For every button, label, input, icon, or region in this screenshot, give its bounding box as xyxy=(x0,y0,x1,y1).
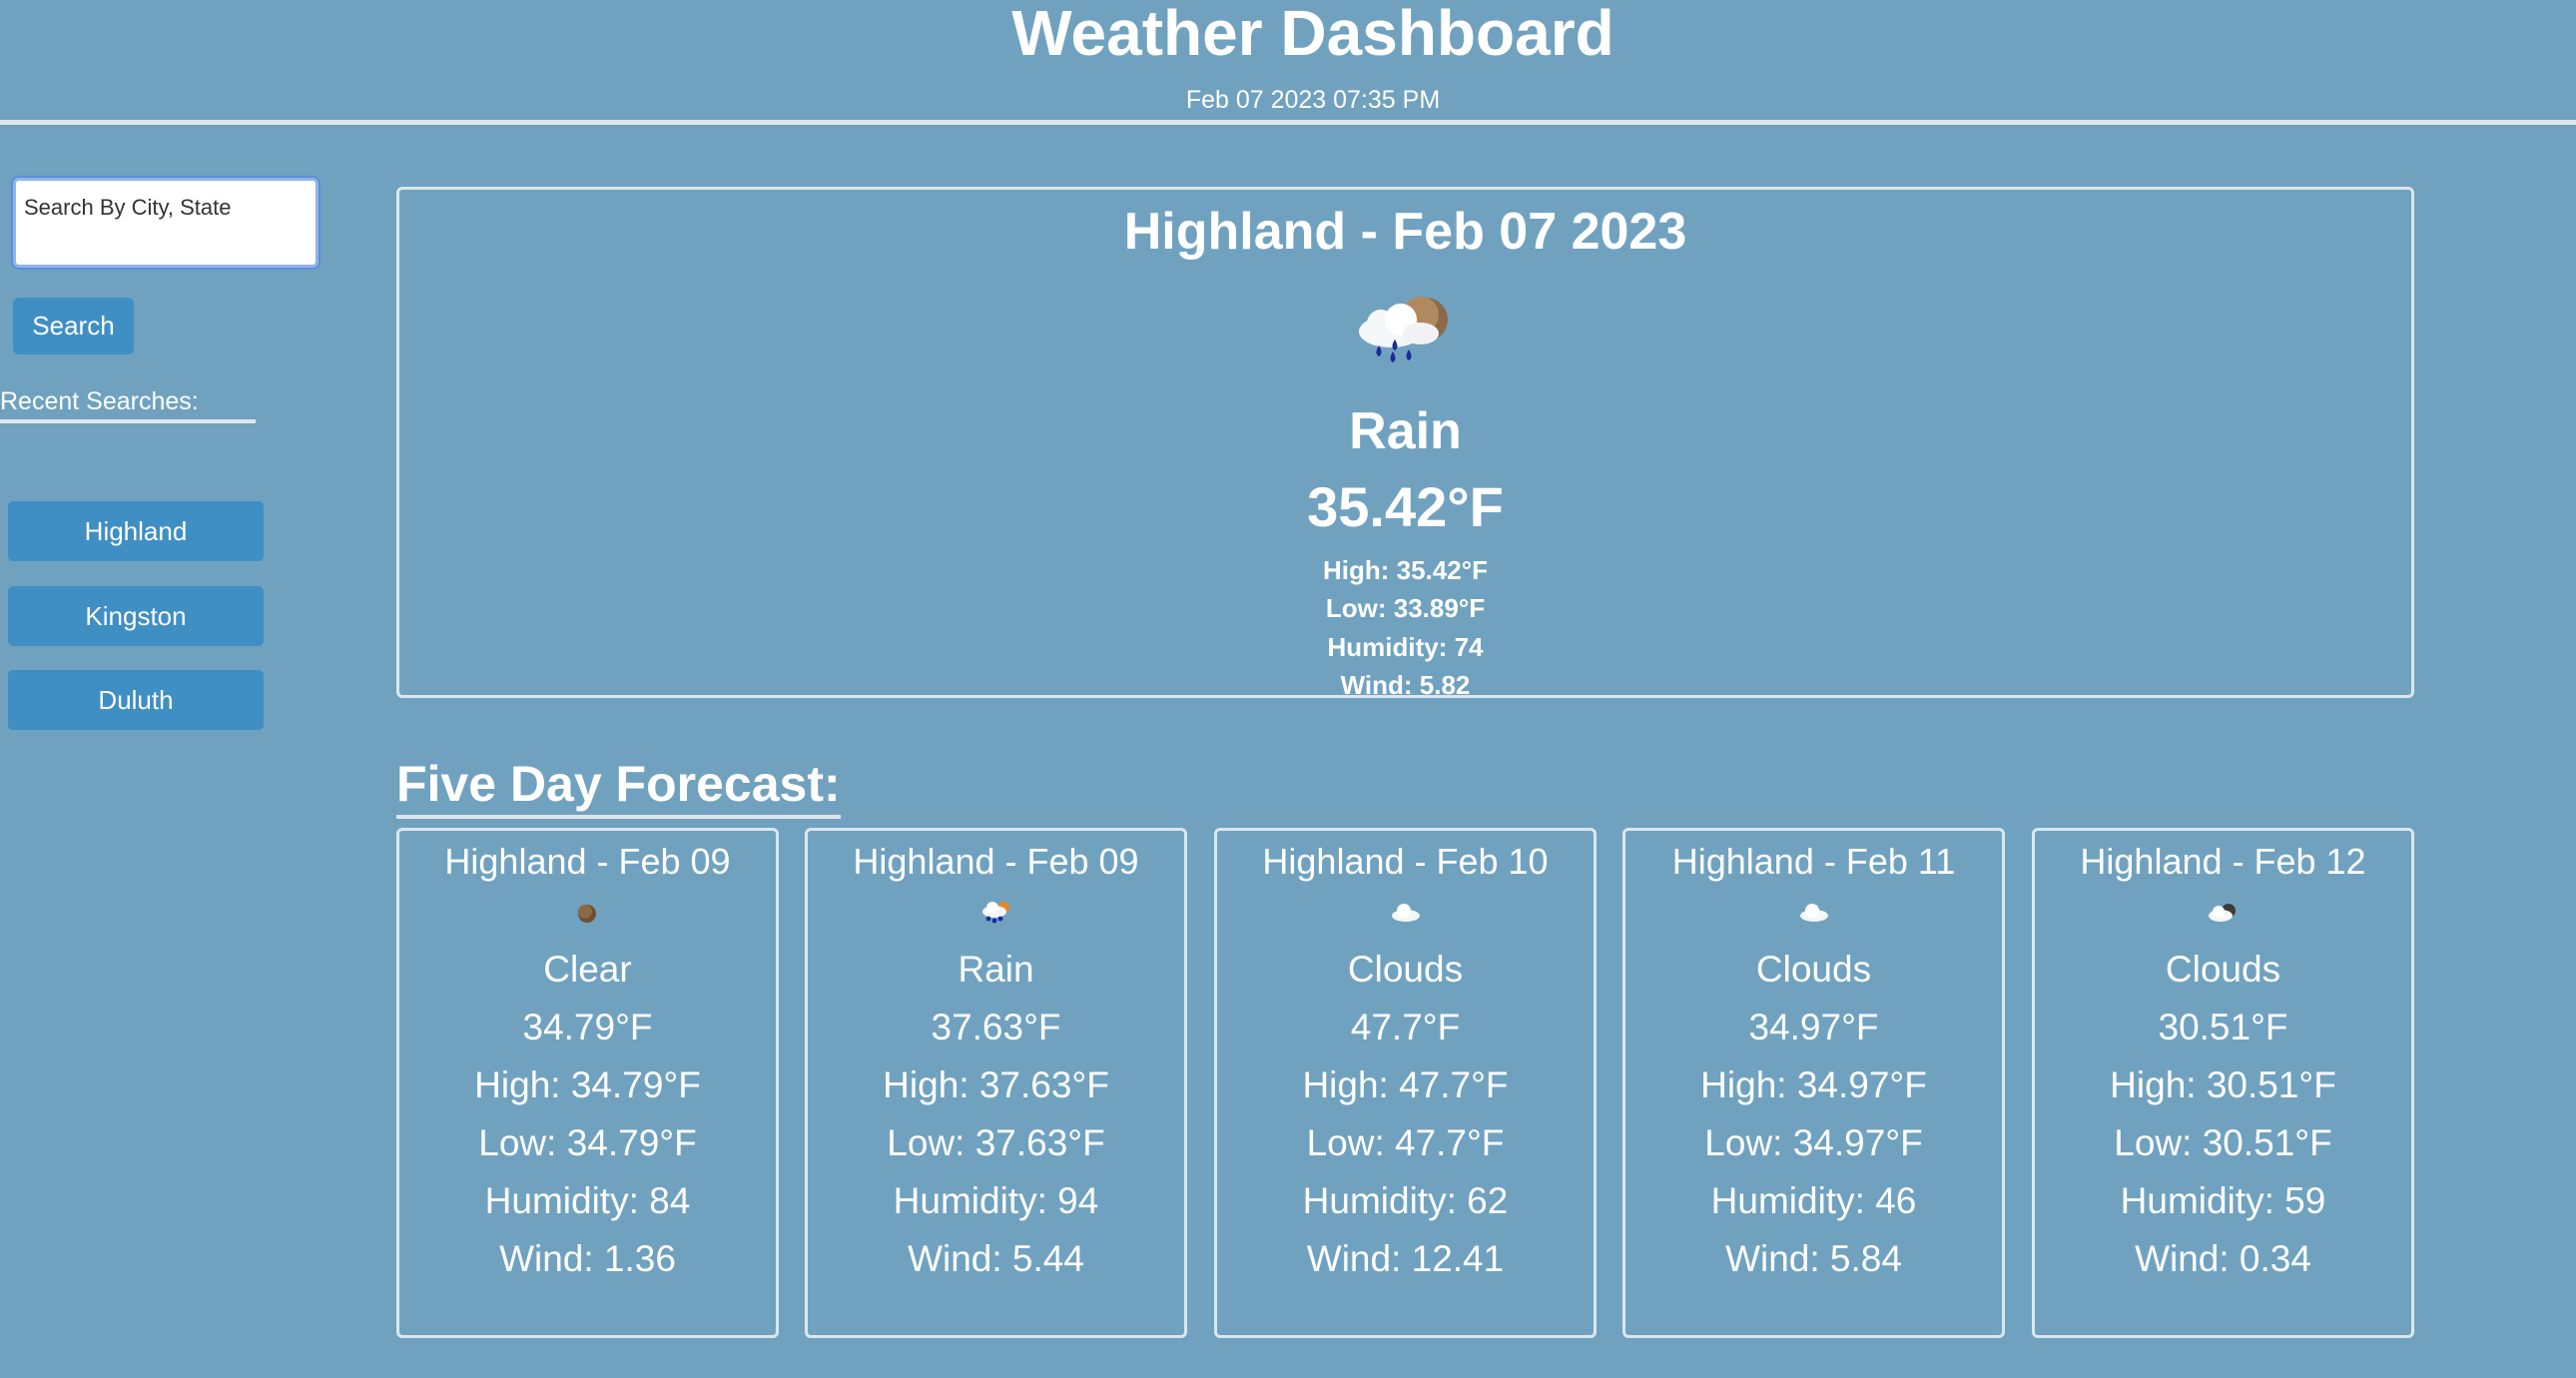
forecast-high: High: 30.51°F xyxy=(2110,1064,2336,1105)
forecast-city-date: Highland - Feb 12 xyxy=(2080,841,2366,882)
current-datetime: Feb 07 2023 07:35 PM xyxy=(1185,86,1441,114)
recent-search-duluth[interactable]: Duluth xyxy=(8,670,264,730)
forecast-low: Low: 47.7°F xyxy=(1306,1122,1505,1163)
forecast-humidity: Humidity: 94 xyxy=(893,1180,1099,1221)
forecast-humidity: Humidity: 62 xyxy=(1302,1180,1509,1221)
forecast-temperature: 34.97°F xyxy=(1748,1007,1879,1047)
divider xyxy=(0,419,256,423)
current-low: Low: 33.89°F xyxy=(1325,593,1486,623)
search-input[interactable] xyxy=(13,178,319,268)
forecast-condition: Clouds xyxy=(1347,949,1464,990)
forecast-wind: Wind: 1.36 xyxy=(499,1238,676,1279)
search-button[interactable]: Search xyxy=(13,298,134,354)
forecast-condition: Rain xyxy=(958,949,1034,990)
cloud-icon xyxy=(1391,904,1420,922)
forecast-high: High: 47.7°F xyxy=(1302,1064,1509,1105)
forecast-temperature: 47.7°F xyxy=(1350,1007,1461,1047)
current-condition: Rain xyxy=(1349,402,1462,460)
rain-cloud-icon xyxy=(981,902,1009,924)
forecast-condition: Clear xyxy=(543,949,632,990)
page-title: Weather Dashboard xyxy=(1011,0,1614,69)
forecast-card: Highland - Feb 09 Clear 34.79°F High: 34… xyxy=(396,828,779,1338)
current-humidity: Humidity: 74 xyxy=(1327,632,1484,662)
current-wind: Wind: 5.82 xyxy=(1340,670,1471,700)
forecast-wind: Wind: 0.34 xyxy=(2135,1238,2311,1279)
forecast-card: Highland - Feb 10 Clouds 47.7°F High: 47… xyxy=(1214,828,1597,1338)
forecast-condition: Clouds xyxy=(2165,949,2281,990)
current-high: High: 35.42°F xyxy=(1323,555,1488,585)
forecast-heading: Five Day Forecast: xyxy=(396,755,841,819)
forecast-temperature: 30.51°F xyxy=(2158,1007,2288,1047)
forecast-wind: Wind: 5.84 xyxy=(1725,1238,1902,1279)
clear-night-icon xyxy=(577,905,596,923)
current-weather-card: Highland - Feb 07 2023 Rain 35.42°F High… xyxy=(396,187,2414,700)
recent-search-kingston[interactable]: Kingston xyxy=(8,586,264,646)
forecast-high: High: 37.63°F xyxy=(883,1064,1109,1105)
forecast-card: Highland - Feb 12 Clouds 30.51°F High: 3… xyxy=(2032,828,2414,1338)
forecast-city-date: Highland - Feb 11 xyxy=(1671,841,1956,882)
forecast-city-date: Highland - Feb 10 xyxy=(1262,841,1549,882)
forecast-condition: Clouds xyxy=(1755,949,1872,990)
forecast-wind: Wind: 5.44 xyxy=(908,1238,1084,1279)
forecast-high: High: 34.97°F xyxy=(1700,1064,1927,1105)
header: Weather Dashboard Feb 07 2023 07:35 PM xyxy=(0,0,2576,125)
forecast-wind: Wind: 12.41 xyxy=(1306,1238,1505,1279)
forecast-city-date: Highland - Feb 09 xyxy=(444,841,731,882)
cloudy-night-icon xyxy=(2208,904,2236,922)
rain-cloud-icon xyxy=(1358,297,1448,362)
recent-search-highland[interactable]: Highland xyxy=(8,501,264,561)
forecast-humidity: Humidity: 46 xyxy=(1710,1180,1917,1221)
forecast-card: Highland - Feb 09 Rain 37.63°F High: 37.… xyxy=(805,828,1187,1338)
recent-searches-label: Recent Searches: xyxy=(0,387,199,415)
forecast-temperature: 37.63°F xyxy=(931,1007,1061,1047)
forecast-low: Low: 34.97°F xyxy=(1704,1122,1923,1163)
forecast-high: High: 34.79°F xyxy=(474,1064,701,1105)
forecast-humidity: Humidity: 84 xyxy=(484,1180,691,1221)
forecast-card: Highland - Feb 11 Clouds 34.97°F High: 3… xyxy=(1622,828,2005,1338)
forecast-low: Low: 34.79°F xyxy=(478,1122,697,1163)
cloud-icon xyxy=(1799,904,1828,922)
current-temperature: 35.42°F xyxy=(1307,475,1504,538)
forecast-city-date: Highland - Feb 09 xyxy=(853,841,1139,882)
current-city-date: Highland - Feb 07 2023 xyxy=(1123,203,1687,261)
forecast-temperature: 34.79°F xyxy=(522,1007,653,1047)
forecast-low: Low: 30.51°F xyxy=(2114,1122,2332,1163)
forecast-low: Low: 37.63°F xyxy=(887,1122,1105,1163)
forecast-humidity: Humidity: 59 xyxy=(2120,1180,2326,1221)
